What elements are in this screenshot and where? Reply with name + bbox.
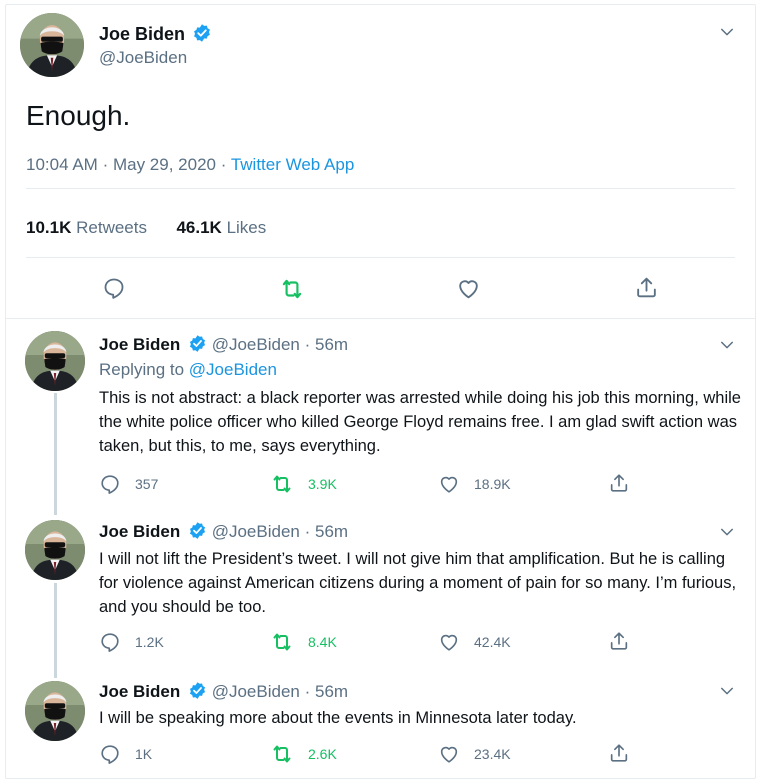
- verified-badge-icon: [188, 681, 207, 705]
- tweet-text: I will not lift the President’s tweet. I…: [99, 550, 737, 616]
- chevron-down-icon[interactable]: [718, 523, 736, 541]
- verified-badge-icon: [188, 521, 207, 545]
- like-count: 23.4K: [474, 746, 511, 762]
- reply-icon: [102, 276, 126, 300]
- retweet-button[interactable]: 3.9K: [270, 472, 337, 496]
- like-count: 18.9K: [474, 476, 511, 492]
- replying-to-link[interactable]: @JoeBiden: [189, 360, 277, 379]
- tweet-text: I will be speaking more about the events…: [99, 709, 577, 727]
- tweet-meta: 10:04 AM · May 29, 2020 · Twitter Web Ap…: [26, 155, 355, 174]
- author-handle[interactable]: @JoeBiden: [212, 522, 300, 541]
- retweet-button[interactable]: 8.4K: [270, 630, 337, 654]
- reply-icon: [99, 743, 121, 765]
- like-button[interactable]: 18.9K: [438, 473, 511, 495]
- reply-count: 357: [135, 476, 159, 492]
- like-button[interactable]: 42.4K: [438, 631, 511, 653]
- like-button[interactable]: [456, 276, 481, 301]
- share-button[interactable]: [608, 742, 630, 764]
- reply-button[interactable]: 1.2K: [99, 631, 164, 653]
- share-icon: [608, 630, 630, 652]
- avatar[interactable]: [25, 331, 85, 391]
- retweet-icon: [270, 742, 294, 766]
- share-button[interactable]: [608, 472, 630, 494]
- reply-count: 1.2K: [135, 634, 164, 650]
- tweet-stats: 10.1K Retweets 46.1K Likes: [26, 218, 266, 238]
- tweet-age[interactable]: 56m: [315, 335, 348, 354]
- reply-button[interactable]: 357: [99, 473, 158, 495]
- author-handle[interactable]: @JoeBiden: [99, 48, 187, 68]
- chevron-down-icon[interactable]: [718, 336, 736, 354]
- reply-header: Joe Biden @JoeBiden · 56m: [99, 681, 348, 705]
- avatar[interactable]: [25, 681, 85, 741]
- chevron-down-icon[interactable]: [718, 23, 736, 41]
- retweet-count: 8.4K: [308, 634, 337, 650]
- tweet-age[interactable]: 56m: [315, 522, 348, 541]
- likes-stat[interactable]: 46.1K Likes: [176, 218, 266, 237]
- thread-line: [54, 393, 57, 515]
- author-name[interactable]: Joe Biden: [99, 682, 180, 701]
- retweet-count: 3.9K: [308, 476, 337, 492]
- verified-badge-icon: [188, 334, 207, 358]
- divider: [26, 257, 735, 258]
- reply-count: 1K: [135, 746, 153, 762]
- reply-icon: [99, 473, 121, 495]
- retweets-stat[interactable]: 10.1K Retweets: [26, 218, 152, 237]
- tweet-thread-card: Joe Biden @JoeBiden Enough. 10:04 AM · M…: [5, 4, 756, 779]
- retweet-button[interactable]: [279, 276, 305, 302]
- reply-button[interactable]: 1K: [99, 743, 152, 765]
- share-button[interactable]: [634, 275, 659, 300]
- like-icon: [438, 631, 460, 653]
- avatar[interactable]: [25, 520, 85, 580]
- author-name[interactable]: Joe Biden: [99, 335, 180, 354]
- like-button[interactable]: 23.4K: [438, 743, 511, 765]
- thread-line: [54, 583, 57, 678]
- avatar[interactable]: [20, 13, 84, 77]
- like-icon: [438, 743, 460, 765]
- divider: [26, 188, 735, 189]
- replying-to: Replying to @JoeBiden: [99, 360, 277, 379]
- retweet-button[interactable]: 2.6K: [270, 742, 337, 766]
- reply-icon: [99, 631, 121, 653]
- like-icon: [438, 473, 460, 495]
- tweet-source-link[interactable]: Twitter Web App: [231, 155, 354, 174]
- tweet-age[interactable]: 56m: [315, 682, 348, 701]
- like-icon: [456, 276, 481, 301]
- verified-badge-icon: [192, 23, 212, 48]
- retweet-icon: [270, 472, 294, 496]
- reply-header: Joe Biden @JoeBiden · 56m: [99, 521, 348, 545]
- chevron-down-icon[interactable]: [718, 682, 736, 700]
- reply-button[interactable]: [102, 276, 126, 300]
- divider: [6, 318, 755, 319]
- tweet-date[interactable]: May 29, 2020: [113, 155, 216, 174]
- reply-header: Joe Biden @JoeBiden · 56m: [99, 334, 348, 358]
- retweet-icon: [279, 276, 305, 302]
- author-handle[interactable]: @JoeBiden: [212, 682, 300, 701]
- tweet-text: Enough.: [26, 100, 131, 131]
- retweet-icon: [270, 630, 294, 654]
- author-name-row: Joe Biden: [99, 23, 212, 48]
- retweet-count: 2.6K: [308, 746, 337, 762]
- author-handle[interactable]: @JoeBiden: [212, 335, 300, 354]
- share-icon: [608, 742, 630, 764]
- share-icon: [608, 472, 630, 494]
- share-icon: [634, 275, 659, 300]
- author-name[interactable]: Joe Biden: [99, 24, 185, 44]
- author-name[interactable]: Joe Biden: [99, 522, 180, 541]
- share-button[interactable]: [608, 630, 630, 652]
- like-count: 42.4K: [474, 634, 511, 650]
- tweet-text: This is not abstract: a black reporter w…: [99, 389, 741, 455]
- tweet-time[interactable]: 10:04 AM: [26, 155, 98, 174]
